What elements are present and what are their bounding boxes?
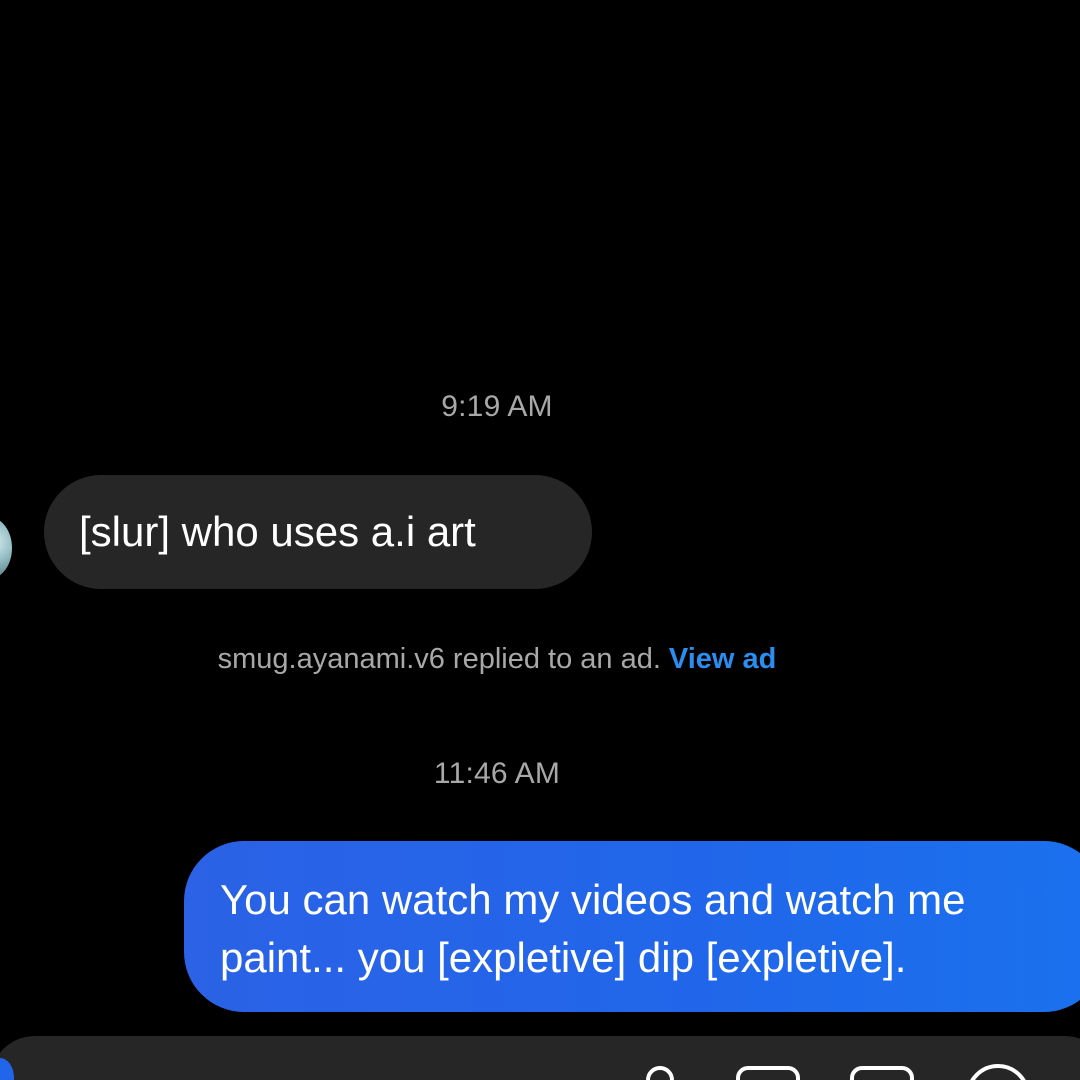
sticker-icon[interactable] xyxy=(850,1066,914,1080)
ad-reply-text: smug.ayanami.v6 replied to an ad. xyxy=(217,643,661,675)
message-composer[interactable] xyxy=(0,1036,1080,1080)
outgoing-message-line: You can watch my videos and watch me xyxy=(220,876,966,923)
outgoing-message-line: paint... you [expletive] dip [expletive]… xyxy=(220,934,907,981)
contact-avatar[interactable] xyxy=(0,517,12,579)
gallery-icon[interactable] xyxy=(736,1066,800,1080)
chat-screen: 9:19 AM [slur] who uses a.i art smug.aya… xyxy=(0,0,1080,1080)
ad-reply-notice: smug.ayanami.v6 replied to an ad. View ad xyxy=(0,643,994,676)
outgoing-message-bubble[interactable]: You can watch my videos and watch me pai… xyxy=(184,841,1080,1012)
incoming-message-bubble[interactable]: [slur] who uses a.i art xyxy=(44,475,592,589)
incoming-message-text: [slur] who uses a.i art xyxy=(79,508,476,555)
timestamp: 9:19 AM xyxy=(441,390,553,423)
timestamp: 11:46 AM xyxy=(433,757,561,790)
view-ad-link[interactable]: View ad xyxy=(669,643,776,675)
